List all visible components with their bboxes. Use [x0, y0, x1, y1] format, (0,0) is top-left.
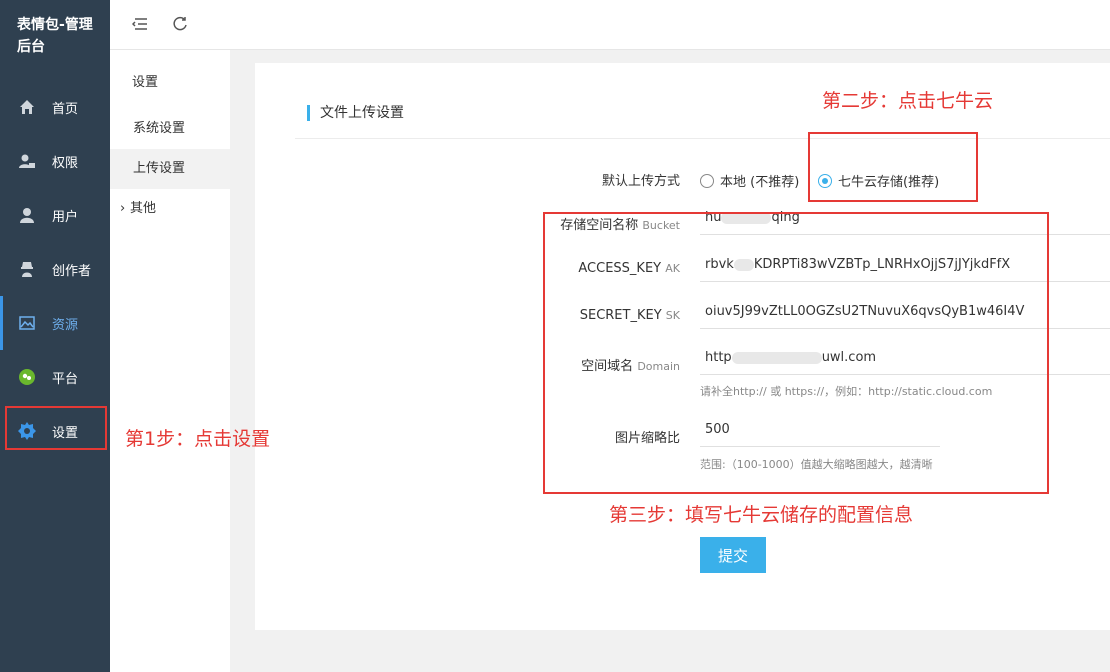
sidebar-nav: 首页 权限 用户 创作者 资源 平台 设置: [0, 80, 110, 458]
brand-title: 表情包-管理后台: [17, 17, 93, 55]
settings-submenu: 设置 系统设置 上传设置 › 其他: [110, 0, 230, 672]
annotation-step2: 第二步：点击七牛云: [822, 90, 994, 112]
sidebar-item-resources[interactable]: 资源: [0, 296, 110, 350]
sidebar-item-label: 创作者: [52, 263, 92, 279]
sidebar-item-creators[interactable]: 创作者: [0, 242, 110, 296]
annotation-box-step2: [808, 132, 978, 202]
submenu-item-label: 其他: [130, 201, 157, 216]
sidebar-item-label: 首页: [52, 101, 79, 117]
radio-circle: [700, 173, 714, 188]
sidebar-item-platform[interactable]: 平台: [0, 350, 110, 404]
submenu-item-other[interactable]: › 其他: [110, 189, 230, 229]
sidebar-item-label: 权限: [52, 155, 79, 171]
sidebar-item-home[interactable]: 首页: [0, 80, 110, 134]
sidebar: 表情包-管理后台 首页 权限 用户 创作者 资源 平台 设置: [0, 0, 110, 672]
section-title: 文件上传设置: [307, 105, 404, 121]
upload-method-label: 默认上传方式: [601, 174, 680, 189]
submenu-title: 设置: [132, 75, 159, 90]
user-icon: [18, 206, 36, 224]
chevron-right-icon: ›: [120, 201, 126, 216]
submenu-item-upload[interactable]: 上传设置: [110, 149, 230, 189]
sidebar-item-label: 平台: [52, 371, 79, 387]
sidebar-item-users[interactable]: 用户: [0, 188, 110, 242]
wechat-icon: [18, 368, 36, 386]
divider: [295, 138, 1110, 139]
user-lock-icon: [18, 152, 36, 170]
annotation-box-step3: [543, 212, 1049, 494]
annotation-step1: 第1步：点击设置: [125, 428, 271, 450]
collapse-menu-icon[interactable]: [130, 14, 150, 34]
home-icon: [18, 98, 36, 116]
spy-icon: [18, 260, 36, 278]
image-icon: [18, 314, 36, 332]
annotation-box-step1: [5, 406, 107, 450]
sidebar-item-label: 资源: [52, 317, 79, 333]
submit-button[interactable]: 提交: [700, 537, 766, 573]
submenu-item-system[interactable]: 系统设置: [110, 109, 230, 149]
sidebar-item-permissions[interactable]: 权限: [0, 134, 110, 188]
annotation-step3: 第三步：填写七牛云储存的配置信息: [609, 504, 914, 526]
radio-local[interactable]: 本地 (不推荐): [700, 171, 799, 190]
sidebar-item-label: 用户: [52, 209, 79, 225]
top-bar: [110, 0, 1110, 50]
radio-local-label: 本地 (不推荐): [720, 175, 800, 190]
refresh-icon[interactable]: [170, 14, 190, 34]
